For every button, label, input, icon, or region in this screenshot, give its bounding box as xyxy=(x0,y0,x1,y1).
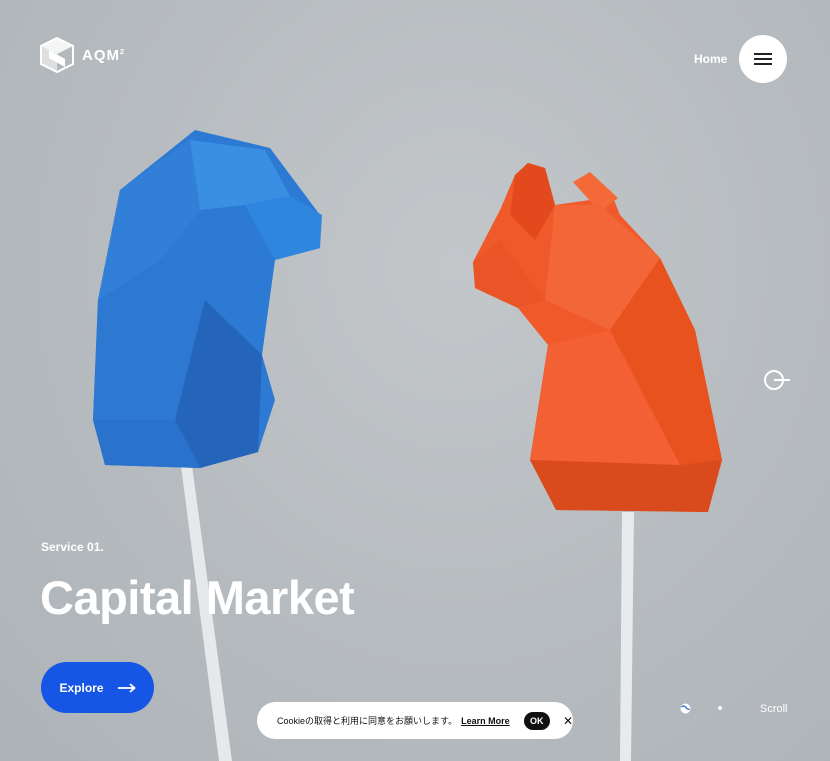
learn-more-link[interactable]: Learn More xyxy=(461,716,510,726)
brand-superscript: 2 xyxy=(120,48,125,56)
close-icon[interactable]: ✕ xyxy=(563,714,573,728)
brand-logo[interactable]: AQM2 xyxy=(40,37,125,73)
cookie-banner: Cookieの取得と利用に同意をお願いします。 Learn More OK ✕ xyxy=(257,702,573,739)
cookie-text: Cookieの取得と利用に同意をお願いします。 xyxy=(277,716,458,726)
explore-button[interactable]: Explore xyxy=(41,662,154,713)
menu-button[interactable] xyxy=(739,35,787,83)
globe-icon[interactable] xyxy=(680,703,691,714)
service-eyebrow: Service 01. xyxy=(41,540,104,554)
cookie-ok-button[interactable]: OK xyxy=(523,711,550,730)
explore-label: Explore xyxy=(59,680,104,695)
hero-background-image xyxy=(93,130,722,761)
arrow-right-icon xyxy=(117,682,136,693)
hamburger-icon xyxy=(754,53,772,65)
page-title: Capital Market xyxy=(40,571,355,624)
nav-home-link[interactable]: Home xyxy=(694,52,727,66)
bull-shape xyxy=(473,163,722,512)
brand-name: AQM2 xyxy=(82,46,125,64)
circle-arrow-icon[interactable] xyxy=(763,369,791,391)
scroll-label[interactable]: Scroll xyxy=(760,703,788,715)
cube-logo-icon xyxy=(40,37,74,73)
pager-dot[interactable] xyxy=(718,706,722,710)
bear-shape xyxy=(93,130,322,468)
